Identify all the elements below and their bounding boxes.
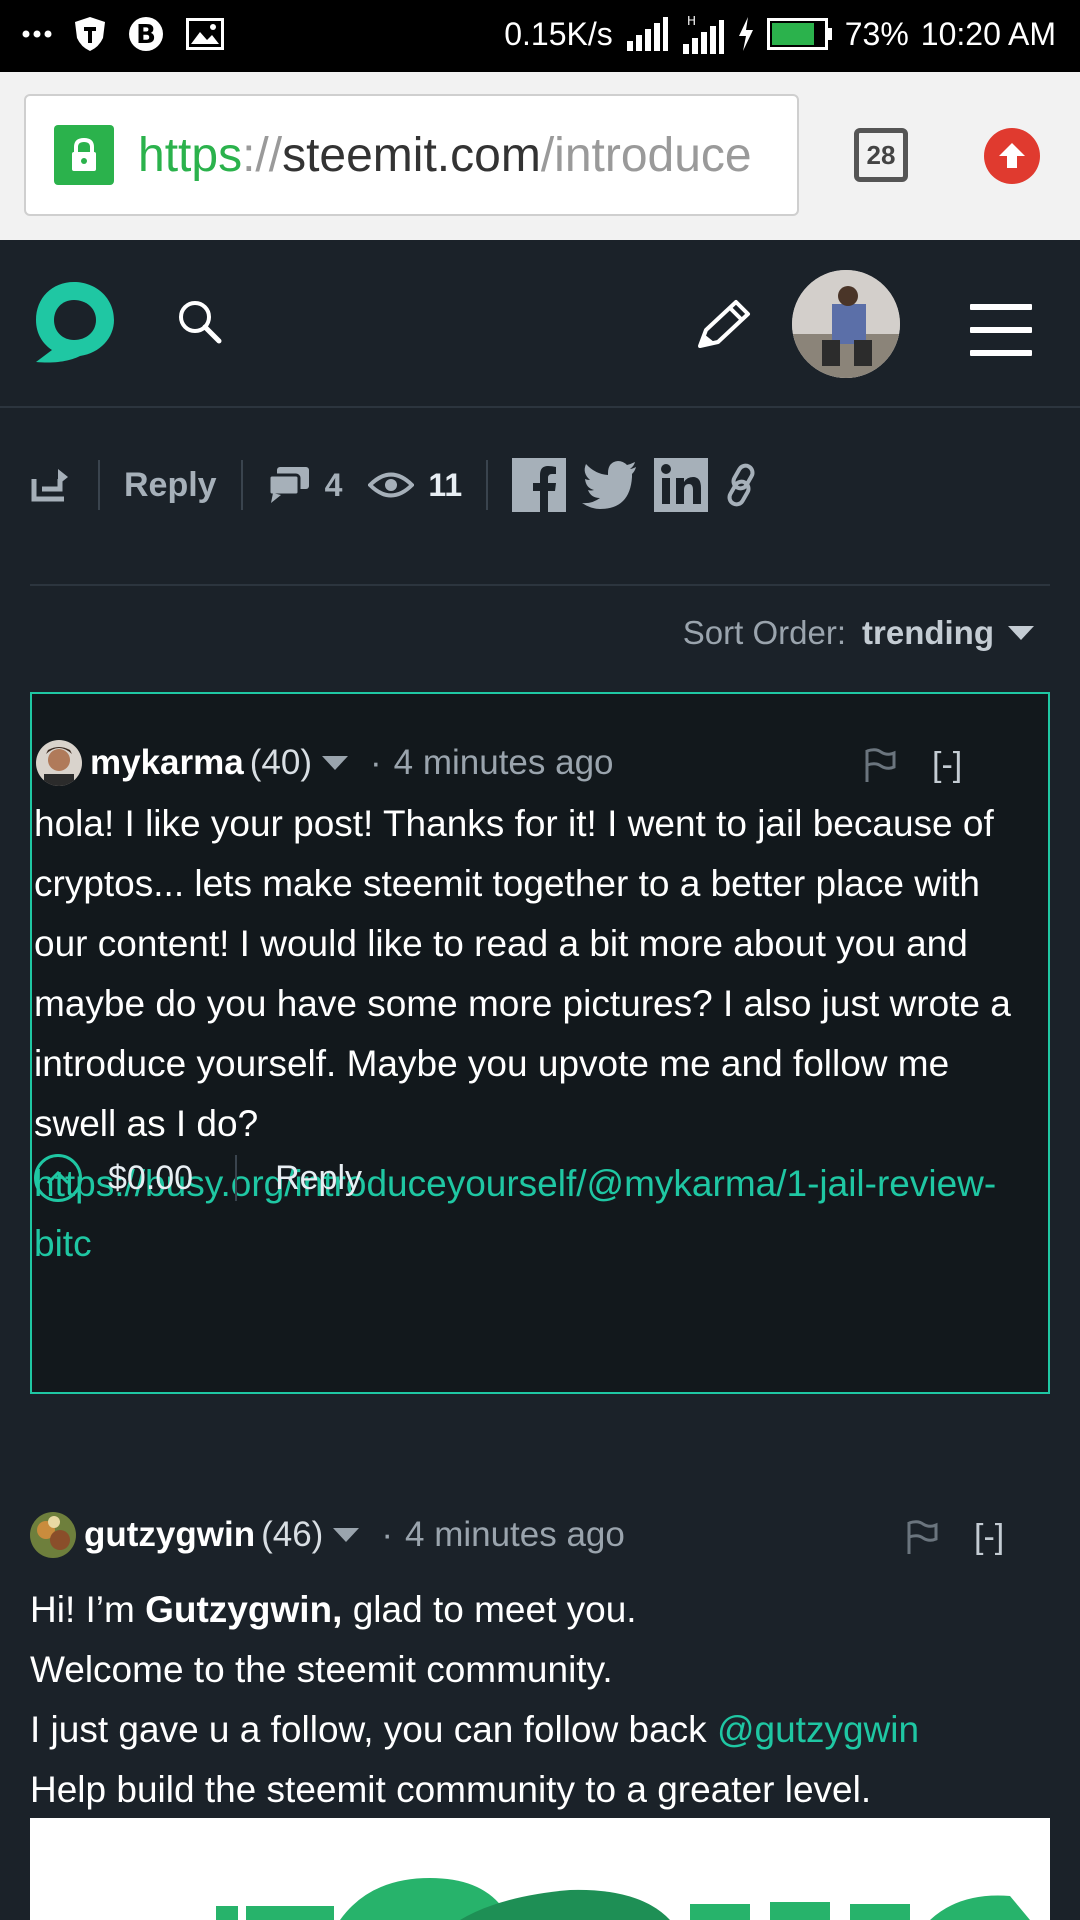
comment-header: mykarma (40) · 4 minutes ago bbox=[36, 740, 614, 786]
lock-icon bbox=[54, 125, 114, 185]
caret-down-icon[interactable] bbox=[321, 756, 348, 770]
comment-highlighted: mykarma (40) · 4 minutes ago [-] hola! I… bbox=[30, 692, 1050, 1394]
comments-icon bbox=[267, 467, 309, 503]
comment-body: Hi! I’m Gutzygwin, glad to meet you. Wel… bbox=[30, 1589, 920, 1810]
pencil-icon[interactable] bbox=[694, 296, 754, 357]
chevron-up-icon bbox=[46, 1171, 70, 1185]
eye-icon bbox=[368, 472, 415, 498]
tab-count-button[interactable]: 28 bbox=[854, 128, 908, 182]
comment-body: hola! I like your post! Thanks for it! I… bbox=[34, 803, 1011, 1264]
views-count: 11 bbox=[368, 467, 462, 504]
author-reputation: (40) bbox=[249, 743, 312, 782]
comment-image bbox=[30, 1818, 1050, 1920]
shield-app-icon bbox=[75, 17, 105, 51]
steemit-logo-icon[interactable] bbox=[28, 276, 120, 373]
clock: 10:20 AM bbox=[920, 15, 1056, 52]
menu-icon[interactable] bbox=[970, 304, 1032, 373]
payout-value[interactable]: $0.00 bbox=[108, 1159, 193, 1198]
linkedin-icon[interactable] bbox=[654, 458, 709, 512]
caret-down-icon[interactable] bbox=[333, 1528, 360, 1542]
comments-count[interactable]: 4 bbox=[267, 465, 342, 505]
avatar[interactable] bbox=[792, 270, 900, 378]
comment-footer: $0.00 Reply bbox=[34, 1154, 362, 1202]
svg-text:H: H bbox=[687, 14, 696, 28]
address-bar[interactable]: https://steemit.com/introduce bbox=[24, 94, 799, 216]
status-bar: B 0.15K/s H 73% 10:20 AM bbox=[0, 0, 1080, 72]
resteem-icon[interactable] bbox=[30, 465, 74, 505]
battery-percent: 73% bbox=[844, 15, 909, 52]
network-speed: 0.15K/s bbox=[504, 15, 613, 52]
collapse-toggle[interactable]: [-] bbox=[974, 1518, 1004, 1557]
caret-down-icon bbox=[1008, 626, 1034, 640]
url-text: https://steemit.com/introduce bbox=[138, 128, 752, 182]
facebook-icon[interactable] bbox=[512, 458, 567, 512]
mention-link[interactable]: @gutzygwin bbox=[717, 1709, 919, 1750]
flag-icon[interactable] bbox=[906, 1520, 938, 1554]
bitcoin-app-icon: B bbox=[129, 17, 163, 51]
avatar[interactable] bbox=[30, 1512, 76, 1558]
comment-author[interactable]: gutzygwin bbox=[84, 1515, 255, 1555]
sort-order-label: Sort Order: bbox=[682, 614, 847, 651]
divider bbox=[30, 584, 1050, 586]
gallery-icon bbox=[186, 18, 224, 50]
search-icon[interactable] bbox=[176, 298, 224, 351]
link-icon[interactable] bbox=[724, 463, 760, 507]
comment-author[interactable]: mykarma bbox=[90, 743, 244, 783]
upload-button[interactable] bbox=[984, 128, 1040, 184]
comment-header: gutzygwin (46) · 4 minutes ago bbox=[30, 1512, 625, 1558]
twitter-icon[interactable] bbox=[582, 461, 638, 509]
signal-icon: H bbox=[682, 14, 724, 54]
battery-icon bbox=[766, 18, 832, 50]
flag-icon[interactable] bbox=[864, 748, 896, 782]
sort-order-value[interactable]: trending bbox=[862, 614, 994, 652]
reply-link[interactable]: Reply bbox=[124, 466, 217, 505]
author-reputation: (46) bbox=[261, 1515, 324, 1554]
more-dots-icon bbox=[22, 30, 52, 38]
svg-text:B: B bbox=[136, 20, 156, 50]
upvote-button[interactable] bbox=[34, 1154, 82, 1202]
sort-order-dropdown[interactable]: Sort Order: trending bbox=[683, 614, 1034, 652]
avatar[interactable] bbox=[36, 740, 82, 786]
collapse-toggle[interactable]: [-] bbox=[932, 746, 962, 785]
share-links bbox=[512, 458, 760, 512]
comment-reply-link[interactable]: Reply bbox=[275, 1159, 362, 1198]
comment-timestamp[interactable]: 4 minutes ago bbox=[394, 743, 614, 783]
browser-toolbar: https://steemit.com/introduce 28 bbox=[0, 72, 1080, 240]
charging-icon bbox=[738, 17, 753, 51]
signal-icon bbox=[626, 17, 668, 51]
comment-timestamp[interactable]: 4 minutes ago bbox=[405, 1515, 625, 1555]
site-header bbox=[0, 240, 1080, 408]
post-action-bar: Reply 4 11 bbox=[30, 450, 1050, 520]
arrow-up-icon bbox=[999, 143, 1025, 168]
